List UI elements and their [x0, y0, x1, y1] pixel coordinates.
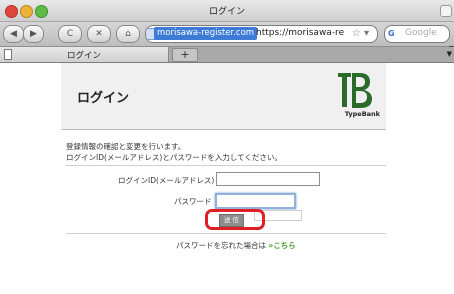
forgot-password-text: パスワードを忘れた場合は [176, 241, 266, 250]
tab-login[interactable]: ログイン [0, 47, 169, 62]
url-domain: morisawa-register.com [154, 27, 258, 40]
divider [66, 165, 386, 166]
login-id-field[interactable] [216, 172, 320, 192]
reload-icon: C [66, 29, 74, 39]
forward-button[interactable]: ▶ [23, 25, 44, 43]
browser-toolbar: ◀ ▶ C ✕ ⌂ morisawa-register.com https://… [0, 22, 454, 56]
search-placeholder: Google [405, 28, 437, 38]
stop-icon: ✕ [95, 29, 103, 39]
address-bar[interactable]: morisawa-register.com https://morisawa-r… [145, 25, 378, 43]
forward-icon: ▶ [30, 29, 37, 39]
forgot-password-row: パスワードを忘れた場合は »こちら [176, 240, 296, 251]
logo-text: TypeBank [344, 110, 380, 118]
search-field[interactable]: G Google [384, 25, 450, 43]
highlight-annotation [205, 209, 265, 230]
page-content: ログイン TypeBank 登録情報の確認と変更を行います。 ログインID(メー… [0, 63, 454, 294]
bookmark-star-icon[interactable]: ☆ ▾ [352, 26, 369, 41]
tab-bar: ログイン + ▼ [0, 47, 454, 63]
password-field[interactable] [215, 193, 296, 214]
url-text: https://morisawa-re [256, 28, 345, 38]
toolbar-toggle-button[interactable] [440, 5, 452, 17]
stop-button[interactable]: ✕ [87, 25, 111, 43]
divider [66, 233, 386, 234]
forgot-password-link[interactable]: »こちら [268, 241, 295, 250]
back-icon: ◀ [10, 29, 17, 39]
window-title: ログイン [208, 7, 245, 17]
new-tab-button[interactable]: + [172, 48, 198, 62]
intro-line-1: 登録情報の確認と変更を行います。 [66, 142, 186, 151]
password-label: パスワード [174, 197, 212, 206]
home-button[interactable]: ⌂ [116, 25, 140, 43]
page-header: ログイン TypeBank [61, 63, 386, 130]
intro-text: 登録情報の確認と変更を行います。 ログインID(メールアドレス)とパスワードを入… [66, 141, 282, 163]
home-icon: ⌂ [125, 29, 131, 39]
intro-line-2: ログインID(メールアドレス)とパスワードを入力してください。 [66, 153, 282, 162]
google-icon: G [388, 29, 395, 38]
login-id-input[interactable] [217, 179, 319, 192]
browser-window: ログイン ◀ ▶ C ✕ ⌂ morisawa-register.com htt… [0, 0, 454, 294]
back-button[interactable]: ◀ [3, 25, 24, 43]
tab-overflow-icon[interactable]: ▼ [447, 50, 452, 58]
login-id-label: ログインID(メールアドレス) [118, 176, 215, 185]
title-bar: ログイン [0, 0, 454, 22]
reload-button[interactable]: C [58, 25, 82, 43]
page-title: ログイン [77, 91, 130, 106]
tab-label: ログイン [66, 51, 101, 61]
